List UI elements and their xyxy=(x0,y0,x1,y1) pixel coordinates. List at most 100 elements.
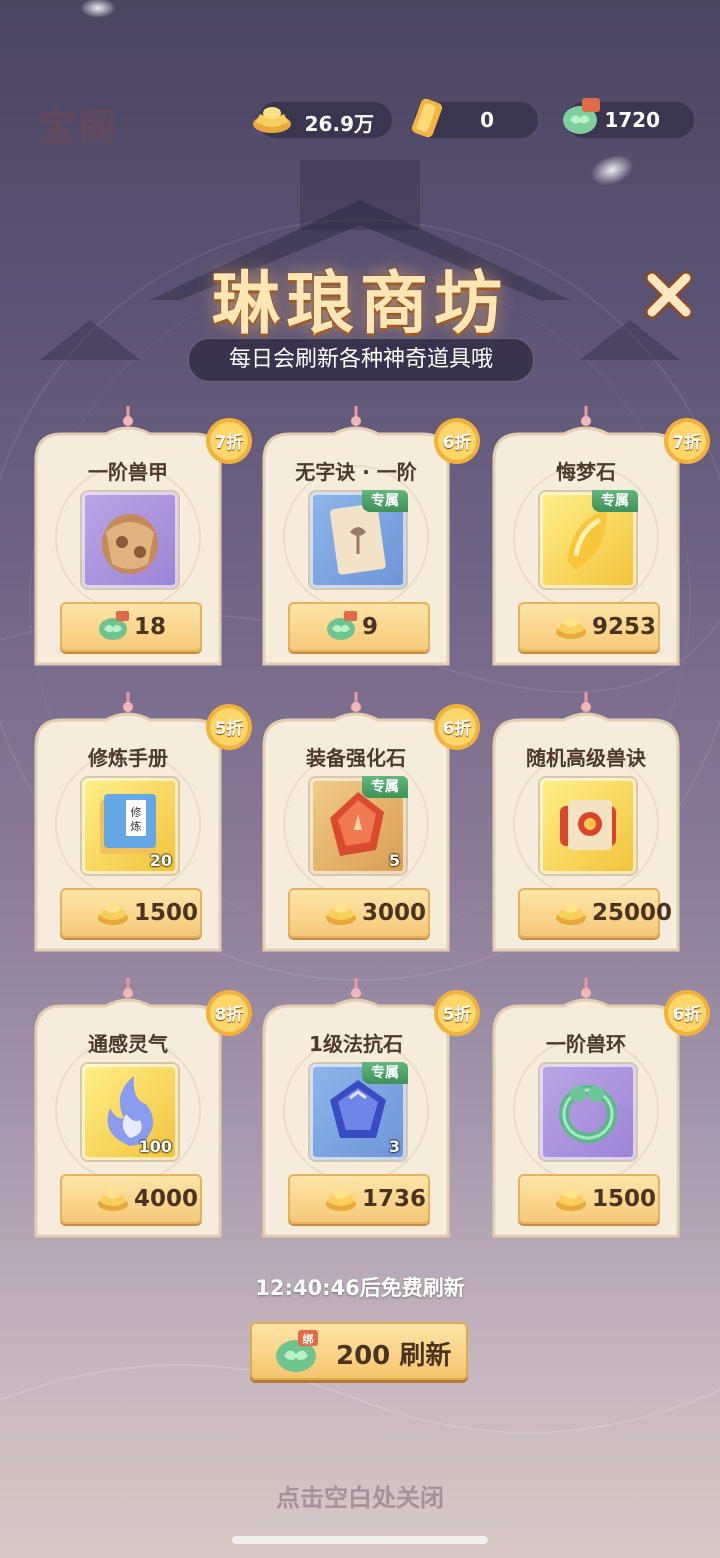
shop-subtitle: 每日会刷新各种神奇道具哦 xyxy=(188,338,534,382)
shop-item-card[interactable]: 装备强化石 专属 5 3000 6折 xyxy=(256,692,480,956)
item-icon-box xyxy=(540,778,636,874)
item-name: 悔梦石 xyxy=(556,460,616,484)
jade-cloud-bound-icon xyxy=(327,611,357,640)
buy-button[interactable]: 9253 xyxy=(518,602,660,652)
refresh-button-label: 200 刷新 xyxy=(336,1341,452,1371)
currency-gold-ingot[interactable]: 26.9万 xyxy=(253,102,392,138)
item-icon-box: 100 xyxy=(82,1064,178,1160)
jade-cloud-bound-icon xyxy=(99,611,129,640)
shop-title: 琳琅商坊 xyxy=(211,264,508,344)
item-name: 无字诀 · 一阶 xyxy=(295,460,417,484)
item-icon-box: 专属 xyxy=(310,490,408,588)
item-quantity: 20 xyxy=(149,851,172,870)
free-refresh-timer: 12:40:46后免费刷新 xyxy=(255,1276,465,1300)
buy-button[interactable]: 1500 xyxy=(518,1174,660,1224)
item-name: 通感灵气 xyxy=(88,1032,168,1056)
gold-ingot-icon xyxy=(326,1189,356,1211)
item-price: 18 xyxy=(134,614,167,640)
buy-button[interactable]: 4000 xyxy=(60,1174,202,1224)
exclusive-tag: 专属 xyxy=(592,490,638,512)
discount-badge: 5折 xyxy=(432,988,482,1038)
item-price: 9 xyxy=(362,614,379,640)
shop-item-card[interactable]: 一阶兽甲 18 7折 xyxy=(28,406,252,670)
buy-button[interactable]: 1500 xyxy=(60,888,202,938)
buy-button[interactable]: 3000 xyxy=(288,888,430,938)
jade-cloud-bound-icon xyxy=(563,98,600,134)
item-price: 3000 xyxy=(362,900,427,926)
item-price: 1500 xyxy=(134,900,199,926)
item-icon-box: 专属 5 xyxy=(310,776,408,874)
home-indicator xyxy=(232,1536,488,1544)
card-pin-icon xyxy=(351,692,361,712)
item-name: 装备强化石 xyxy=(306,746,406,770)
gold-ingot-icon xyxy=(326,903,356,925)
bound-badge-text: 绑 xyxy=(303,1332,314,1346)
card-pin-icon xyxy=(123,978,133,998)
buy-button[interactable]: 9 xyxy=(288,602,430,652)
discount-badge: 6折 xyxy=(432,416,482,466)
shop-item-card[interactable]: 无字诀 · 一阶 专属 9 6折 xyxy=(256,406,480,670)
currency-jade-bound[interactable]: 1720 xyxy=(563,98,694,138)
close-hint[interactable]: 点击空白处关闭 xyxy=(0,1478,720,1513)
currency-gold-bar[interactable]: 0 xyxy=(411,98,538,138)
buy-button[interactable]: 18 xyxy=(60,602,202,652)
item-name: 1级法抗石 xyxy=(309,1032,403,1056)
card-pin-icon xyxy=(581,978,591,998)
item-price: 1736 xyxy=(362,1186,427,1212)
discount-badge: 5折 xyxy=(204,702,254,752)
discount-text: 5折 xyxy=(214,719,244,739)
gold-ingot-icon xyxy=(556,1189,586,1211)
item-name: 修炼手册 xyxy=(88,746,168,770)
currency-gold-ingot-value: 26.9万 xyxy=(304,112,374,136)
gold-ingot-icon xyxy=(556,903,586,925)
close-icon[interactable] xyxy=(642,268,696,322)
currency-jade-value: 1720 xyxy=(604,108,660,132)
gold-ingot-icon xyxy=(98,1189,128,1211)
discount-badge: 7折 xyxy=(662,416,712,466)
discount-text: 5折 xyxy=(442,1005,472,1025)
item-name: 一阶兽甲 xyxy=(88,460,168,484)
item-name: 一阶兽环 xyxy=(546,1032,626,1056)
shop-item-card[interactable]: 修炼手册 修炼 20 1500 5折 xyxy=(28,692,252,956)
discount-text: 6折 xyxy=(672,1005,702,1025)
item-icon-box xyxy=(82,492,178,588)
shop-item-card[interactable]: 通感灵气 100 4000 8折 xyxy=(28,978,252,1242)
item-icon-box: 修炼 20 xyxy=(82,778,178,874)
svg-text:炼: 炼 xyxy=(131,819,142,833)
item-icon-box: 专属 3 xyxy=(310,1062,408,1160)
shop-faded-title: 宝阁 xyxy=(38,105,119,149)
item-icon-box: 专属 xyxy=(540,490,638,588)
refresh-button[interactable]: 绑 200 刷新 xyxy=(250,1322,468,1380)
shop-item-card[interactable]: 1级法抗石 专属 3 1736 5折 xyxy=(256,978,480,1242)
item-price: 25000 xyxy=(592,900,673,926)
buy-button[interactable]: 25000 xyxy=(518,888,672,938)
card-pin-icon xyxy=(351,406,361,426)
item-quantity: 3 xyxy=(388,1137,400,1156)
card-pin-icon xyxy=(581,406,591,426)
shop-item-card[interactable]: 一阶兽环 1500 6折 xyxy=(486,978,710,1242)
item-price: 9253 xyxy=(592,614,657,640)
shop-item-card[interactable]: 悔梦石 专属 9253 7折 xyxy=(486,406,710,670)
exclusive-tag: 专属 xyxy=(362,490,408,512)
buy-button[interactable]: 1736 xyxy=(288,1174,430,1224)
exclusive-tag: 专属 xyxy=(362,776,408,798)
shop-item-card[interactable]: 随机高级兽诀 25000 xyxy=(486,692,686,956)
card-pin-icon xyxy=(123,406,133,426)
item-price: 1500 xyxy=(592,1186,657,1212)
card-pin-icon xyxy=(123,692,133,712)
item-name: 随机高级兽诀 xyxy=(526,746,646,770)
jade-cloud-bound-icon: 绑 xyxy=(276,1330,318,1372)
discount-text: 7折 xyxy=(214,433,244,453)
card-pin-icon xyxy=(351,978,361,998)
discount-badge: 7折 xyxy=(204,416,254,466)
discount-text: 6折 xyxy=(442,719,472,739)
exclusive-tag: 专属 xyxy=(362,1062,408,1084)
gold-ingot-icon xyxy=(98,903,128,925)
svg-text:修: 修 xyxy=(131,805,142,819)
discount-text: 7折 xyxy=(672,433,702,453)
beast-scroll-icon xyxy=(560,800,616,850)
discount-badge: 8折 xyxy=(204,988,254,1038)
discount-badge: 6折 xyxy=(432,702,482,752)
discount-text: 6折 xyxy=(442,433,472,453)
jade-ring-icon xyxy=(559,1085,617,1143)
